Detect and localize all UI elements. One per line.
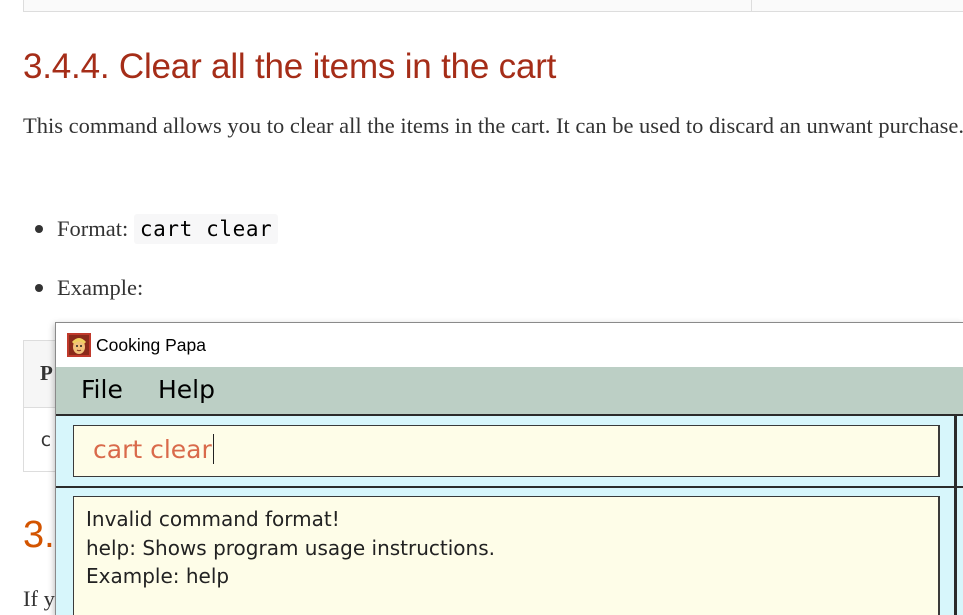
command-input[interactable]: cart clear — [73, 425, 940, 477]
result-line: help: Shows program usage instructions. — [86, 535, 495, 560]
section-title: 3.4.4. Clear all the items in the cart — [23, 47, 557, 86]
section-description: This command allows you to clear all the… — [23, 113, 963, 138]
example-label: Example: — [57, 275, 144, 300]
bullet-example: Example: — [35, 275, 143, 301]
result-panel: Invalid command format! help: Shows prog… — [56, 488, 963, 615]
top-table-fragment — [23, 0, 963, 12]
menu-help[interactable]: Help — [158, 375, 215, 404]
bullet-dot-icon — [35, 224, 43, 233]
format-label: Format: — [57, 216, 129, 241]
window-titlebar[interactable]: Cooking Papa — [56, 323, 963, 367]
format-code: cart clear — [133, 214, 279, 244]
bullet-format: Format: cart clear — [35, 214, 279, 244]
next-section-title: 3. — [23, 514, 55, 556]
bullet-dot-icon — [35, 283, 43, 292]
panel-divider — [954, 488, 957, 615]
table-header-text: P — [40, 361, 53, 385]
table-column-divider — [751, 0, 752, 11]
result-display[interactable]: Invalid command format! help: Shows prog… — [73, 496, 940, 615]
table-cell-text: c — [40, 429, 52, 451]
command-input-text: cart clear — [93, 435, 212, 464]
command-panel: cart clear — [56, 414, 963, 488]
menu-bar: File Help — [56, 367, 963, 414]
app-window[interactable]: Cooking Papa File Help cart clear Invali… — [55, 322, 963, 615]
text-caret — [212, 434, 214, 464]
result-line: Example: help — [86, 564, 230, 588]
window-title: Cooking Papa — [96, 335, 206, 355]
panel-divider — [954, 416, 957, 488]
result-line: Invalid command format! — [86, 507, 340, 531]
cooking-papa-app-icon — [67, 333, 91, 357]
next-section-paragraph: If y — [23, 586, 55, 611]
menu-file[interactable]: File — [81, 375, 123, 404]
